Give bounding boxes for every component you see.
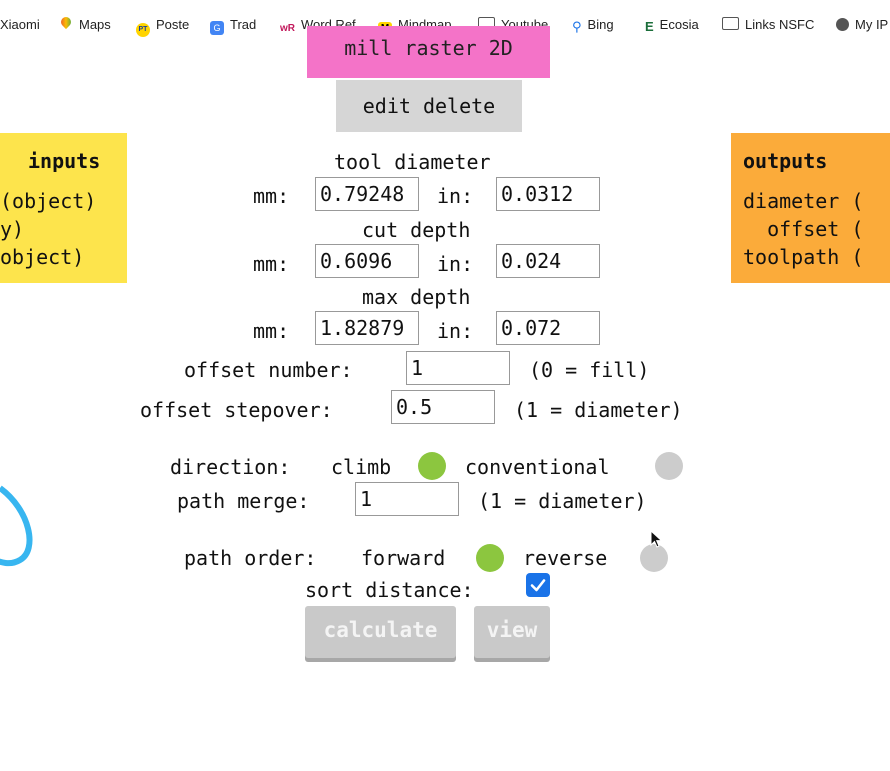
- offset-stepover-label: offset stepover:: [140, 398, 333, 422]
- bookmark-label: Ecosia: [659, 17, 699, 32]
- input-port[interactable]: (object): [0, 189, 96, 213]
- bookmark-label: Xiaomi: [0, 17, 40, 32]
- offset-number-label: offset number:: [184, 358, 353, 382]
- bookmark-label: Trad: [230, 17, 257, 32]
- sort-distance-checkbox[interactable]: [526, 573, 550, 597]
- max-depth-in-label: in:: [437, 319, 474, 343]
- cut-depth-mm-label: mm:: [253, 252, 290, 276]
- node-title[interactable]: mill raster 2D: [307, 26, 550, 78]
- direction-label: direction:: [170, 455, 291, 479]
- input-port[interactable]: y): [0, 217, 24, 241]
- tool-diameter-in-input[interactable]: 0.0312: [496, 177, 600, 211]
- cut-depth-label: cut depth: [362, 218, 471, 242]
- calculate-button[interactable]: calculate: [305, 606, 456, 658]
- bookmark-links-nsfc[interactable]: Links NSFC: [722, 16, 814, 34]
- direction-climb-label: climb: [331, 455, 392, 479]
- connection-wire: [0, 485, 33, 567]
- search-icon: ⚲: [572, 19, 582, 34]
- bookmark-poste[interactable]: PT Poste: [136, 16, 190, 37]
- output-port[interactable]: offset (: [743, 217, 863, 241]
- max-depth-in-input[interactable]: 0.072: [496, 311, 600, 345]
- max-depth-mm-input[interactable]: 1.82879: [315, 311, 419, 345]
- wordref-icon: wR: [280, 20, 295, 34]
- path-merge-hint: (1 = diameter): [478, 489, 647, 513]
- direction-climb-radio[interactable]: [418, 452, 446, 480]
- tool-diameter-in-label: in:: [437, 184, 474, 208]
- bookmark-label: Links NSFC: [745, 17, 815, 32]
- tool-diameter-mm-input[interactable]: 0.79248: [315, 177, 419, 211]
- bookmark-label: Maps: [79, 17, 111, 32]
- translate-icon: G: [210, 21, 224, 35]
- cut-depth-in-label: in:: [437, 252, 474, 276]
- checkmark-icon: [530, 579, 546, 592]
- path-merge-label: path merge:: [177, 489, 310, 513]
- path-order-forward-radio[interactable]: [476, 544, 504, 572]
- cut-depth-in-input[interactable]: 0.024: [496, 244, 600, 278]
- bookmark-label: Poste: [156, 17, 190, 32]
- maps-pin-icon: [59, 17, 73, 31]
- offset-stepover-hint: (1 = diameter): [514, 398, 683, 422]
- bookmark-label: My IP: [855, 17, 889, 32]
- folder-icon: [722, 17, 739, 30]
- globe-icon: [836, 18, 849, 31]
- bookmark-maps[interactable]: Maps: [59, 16, 111, 34]
- edit-delete-bar[interactable]: edit delete: [336, 80, 522, 132]
- max-depth-label: max depth: [362, 285, 471, 309]
- view-button[interactable]: view: [474, 606, 550, 658]
- tool-diameter-mm-label: mm:: [253, 184, 290, 208]
- output-port[interactable]: toolpath (: [743, 245, 863, 269]
- tool-diameter-label: tool diameter: [334, 150, 491, 174]
- input-port[interactable]: object): [0, 245, 84, 269]
- bookmark-label: Bing: [587, 17, 614, 32]
- path-order-reverse-label: reverse: [523, 546, 608, 570]
- path-order-forward-label: forward: [361, 546, 446, 570]
- bookmark-my-ip[interactable]: My IP: [836, 16, 888, 34]
- offset-stepover-input[interactable]: 0.5: [391, 390, 495, 424]
- path-merge-input[interactable]: 1: [355, 482, 459, 516]
- output-port[interactable]: diameter (: [743, 189, 863, 213]
- outputs-title: outputs: [743, 149, 828, 173]
- mouse-cursor-icon: [650, 530, 663, 548]
- offset-number-input[interactable]: 1: [406, 351, 510, 385]
- max-depth-mm-label: mm:: [253, 319, 290, 343]
- path-order-label: path order:: [184, 546, 317, 570]
- bookmark-trad[interactable]: G Trad: [210, 16, 257, 35]
- cut-depth-mm-input[interactable]: 0.6096: [315, 244, 419, 278]
- offset-number-hint: (0 = fill): [529, 358, 650, 382]
- inputs-panel: inputs (object) y) object): [0, 133, 127, 283]
- direction-conventional-label: conventional: [465, 455, 610, 479]
- ecosia-icon: E: [645, 18, 654, 34]
- direction-conventional-radio[interactable]: [655, 452, 683, 480]
- inputs-title: inputs: [28, 149, 101, 173]
- poste-pt-icon: PT: [136, 23, 150, 37]
- bookmark-ecosia[interactable]: E Ecosia: [645, 16, 699, 34]
- node-title-text: mill raster 2D: [344, 36, 513, 60]
- bookmark-xiaomi[interactable]: Xiaomi: [0, 16, 40, 34]
- outputs-panel: outputs diameter ( offset ( toolpath (: [731, 133, 890, 283]
- bookmark-bing[interactable]: ⚲ Bing: [572, 16, 614, 34]
- sort-distance-label: sort distance:: [305, 578, 474, 602]
